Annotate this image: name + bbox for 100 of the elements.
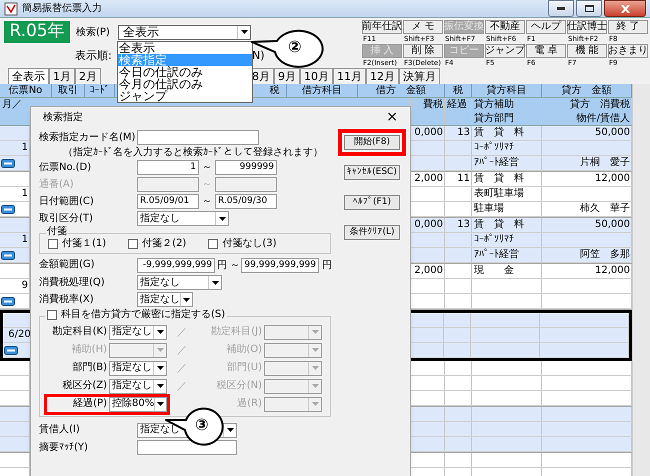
field-label: 賃借人(I) xyxy=(39,424,80,436)
month-tab[interactable]: 12月 xyxy=(366,68,399,84)
field-label: 摘要ﾏｯﾁ(Y) xyxy=(39,442,88,454)
toolbar-button[interactable]: 機 能 xyxy=(567,44,607,58)
column-header: 月／ xyxy=(2,100,22,110)
dialog-title: 検索指定 xyxy=(43,110,84,124)
table-cell: 9 xyxy=(22,281,28,291)
dropdown-arrow-icon xyxy=(312,348,318,352)
input-field[interactable] xyxy=(215,177,277,192)
dropdown-arrow-icon xyxy=(156,384,164,388)
checkbox[interactable] xyxy=(208,238,218,248)
slash-separator: ／ xyxy=(177,344,187,358)
close-button[interactable]: × xyxy=(386,110,398,124)
search-label: 検索(P) xyxy=(76,26,110,40)
close-button[interactable] xyxy=(604,0,646,17)
sort-option-label: N) xyxy=(252,48,265,64)
column-header: 税 xyxy=(453,86,463,96)
input-field[interactable] xyxy=(137,440,237,455)
dropdown-option[interactable]: 全表示 xyxy=(118,42,252,54)
month-tab[interactable]: 11月 xyxy=(333,68,366,84)
table-cell: ｺｰﾎﾟｿﾘﾏﾁ xyxy=(474,235,514,245)
month-tab[interactable]: 9月 xyxy=(274,68,300,84)
field-label: 通番(A) xyxy=(39,178,74,190)
column-header: 税 xyxy=(270,86,280,96)
dropdown-arrow-icon xyxy=(312,366,318,370)
dropdown-field[interactable]: 指定なし xyxy=(109,360,167,376)
era-badge: R.05年 xyxy=(4,21,70,43)
field-label: 科目を借方貸方で厳密に指定する(S) xyxy=(61,309,226,321)
column-header: 貸方 消費税 xyxy=(570,100,630,110)
table-cell: 駐車場 xyxy=(474,204,504,214)
month-tab[interactable]: 決算月 xyxy=(399,68,440,84)
dialog-button[interactable]: ﾍﾙﾌﾟ(F1) xyxy=(344,195,400,210)
month-tab[interactable]: 10月 xyxy=(300,68,333,84)
dropdown-arrow-icon xyxy=(212,280,218,284)
slash-separator: ／ xyxy=(177,362,187,376)
input-field[interactable]: 999999 xyxy=(215,160,277,175)
toolbar-button[interactable]: 削 除 xyxy=(403,44,443,58)
dropdown-field[interactable]: 指定なし xyxy=(137,275,222,290)
table-cell: 賃 貸 料 xyxy=(474,128,524,138)
table-cell: 13 xyxy=(457,220,470,230)
checkbox[interactable] xyxy=(128,238,138,248)
toolbar-button[interactable]: 前年仕訳 xyxy=(362,20,402,34)
month-tab[interactable]: 全表示 xyxy=(8,68,49,84)
close-icon xyxy=(620,4,630,12)
input-field[interactable]: 99,999,999,999 xyxy=(241,258,319,272)
table-cell: 賃 貸 料 xyxy=(474,220,524,230)
dropdown-option[interactable]: ジャンプ xyxy=(118,90,252,102)
table-cell: 賃 貸 料 xyxy=(474,174,524,184)
table-cell: 現 金 xyxy=(474,266,514,276)
field-label: 伝票No.(D) xyxy=(39,162,92,174)
checkbox[interactable] xyxy=(47,310,57,320)
table-cell: 0,000 xyxy=(414,128,443,138)
field-label: 付箋２(2) xyxy=(142,238,186,250)
dropdown-field[interactable]: 控除80% xyxy=(109,396,167,412)
toolbar-button[interactable]: おきまり xyxy=(608,44,648,58)
toolbar-button[interactable]: 仕訳博士 xyxy=(567,20,607,34)
scrollbar[interactable] xyxy=(632,84,650,476)
range-separator: ～ xyxy=(201,178,213,192)
dropdown-field[interactable]: 指定なし xyxy=(109,324,167,340)
search-dropdown[interactable]: 全表示 xyxy=(118,24,251,40)
hint-text: （指定ｶｰﾄﾞ名を入力すると検索ｶｰﾄﾞとして登録されます） xyxy=(63,146,323,159)
table-cell: ｺｰﾎﾟｿﾘﾏﾁ xyxy=(474,143,514,153)
month-tab[interactable]: 1月 xyxy=(49,68,75,84)
table-cell: 11 xyxy=(457,174,470,184)
toolbar-button[interactable]: 電 卓 xyxy=(526,44,566,58)
toolbar-button[interactable]: ヘルプ xyxy=(526,20,566,34)
input-field[interactable]: R.05/09/30 xyxy=(215,194,277,209)
table-cell: 12,000 xyxy=(595,174,630,184)
dialog-button[interactable]: 条件ｸﾘｱ(L) xyxy=(344,225,400,240)
toolbar-button[interactable]: ジャンプ xyxy=(485,44,525,58)
minimize-button[interactable] xyxy=(548,0,574,17)
dialog-button[interactable]: 開始(F8) xyxy=(344,135,400,150)
table-cell: 2,000 xyxy=(414,174,443,184)
toolbar-button[interactable]: 不動産 xyxy=(485,20,525,34)
window-title: 簡易振替伝票入力 xyxy=(22,2,102,16)
dropdown-arrow-icon xyxy=(156,366,164,370)
dropdown-arrow-icon xyxy=(240,30,248,34)
callout-number: ③ xyxy=(195,417,209,433)
dropdown-field[interactable]: 指定なし xyxy=(137,211,229,226)
column-header: 経過 xyxy=(447,100,467,110)
toolbar-button[interactable]: 終 了 xyxy=(608,20,648,34)
field-label: 部門(U) xyxy=(226,362,262,374)
input-field[interactable]: -9,999,999,999 xyxy=(137,258,215,272)
dropdown-arrow-icon xyxy=(156,330,164,334)
field-label: 消費税率(X) xyxy=(39,294,94,306)
field-label: 付箋なし(3) xyxy=(222,238,277,250)
table-cell: 阿笠 多那 xyxy=(580,250,630,260)
toolbar-button[interactable]: メ モ xyxy=(403,20,443,34)
field-label: 税区分(N) xyxy=(216,380,262,392)
group-title: 付箋 xyxy=(46,226,68,238)
maximize-button[interactable] xyxy=(576,0,602,17)
input-field[interactable]: 1 xyxy=(137,160,199,175)
dropdown-field[interactable]: 指定なし xyxy=(109,378,167,394)
input-field[interactable] xyxy=(137,130,259,145)
dialog-button[interactable]: ｷｬﾝｾﾙ(ESC) xyxy=(344,165,400,180)
checkbox[interactable] xyxy=(48,238,58,248)
dropdown-field[interactable]: 指定なし xyxy=(137,292,193,307)
input-field[interactable]: R.05/09/01 xyxy=(137,194,199,209)
month-tab[interactable]: 2月 xyxy=(75,68,101,84)
maximize-icon xyxy=(584,5,594,12)
